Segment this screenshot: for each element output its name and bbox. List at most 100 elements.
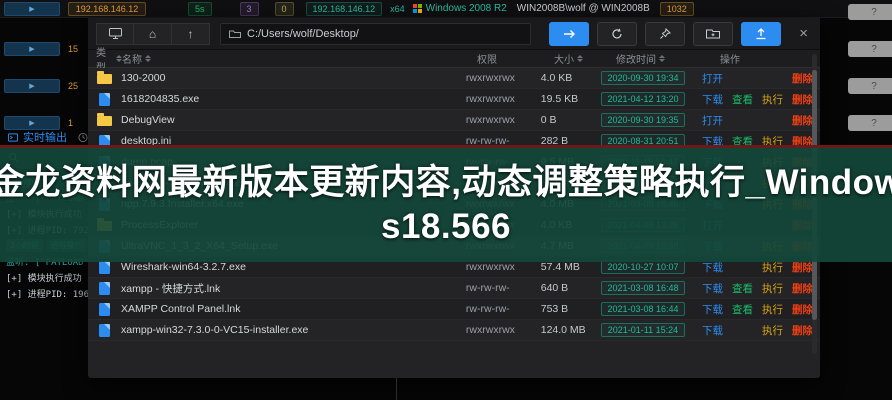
arrow-right-icon [563,29,576,39]
view-button[interactable]: 查看 [732,302,760,317]
promo-text-line1: 金龙资料网最新版本更新内容,动态调整策略执行_Window [0,161,892,205]
table-row[interactable]: 1618204835.exerwxrwxrwx19.5 KB2021-04-12… [88,89,820,110]
header-size[interactable]: 大小 [554,51,574,66]
up-directory-button[interactable]: ↑ [172,23,210,45]
file-name: xampp-win32-7.3.0-0-VC15-installer.exe [121,324,466,336]
expand-row-button[interactable]: ▶ [4,2,60,16]
session-row-partial: ▶25 [0,77,88,95]
header-ops: 操作 [720,51,740,66]
download-button[interactable]: 下载 [702,323,730,338]
table-row[interactable]: DebugViewrwxrwxrwx0 B2020-09-30 19:35打开删… [88,110,820,131]
tab-realtime-output-label: 实时输出 [23,129,67,145]
file-icon [99,324,110,337]
pin-button[interactable] [645,22,685,46]
file-size: 640 B [541,282,601,294]
file-permissions: rwxrwxrwx [466,114,541,126]
play-icon: ▶ [29,5,34,13]
header-mtime[interactable]: 修改时间 [616,51,656,66]
session-internal-ip-badge: 192.168.146.12 [306,2,383,16]
session-row-partial: ▶ 15 [0,40,88,58]
file-size: 0 B [541,114,601,126]
file-icon [99,93,110,106]
file-name: XAMPP Control Panel.lnk [121,303,466,315]
file-size: 753 B [541,303,601,315]
header-perm: 权限 [477,51,554,66]
file-mtime: 2021-03-08 16:44 [601,302,685,316]
file-name: xampp - 快捷方式.lnk [121,281,466,296]
play-icon: ▶ [29,82,34,90]
download-button[interactable]: 下载 [702,281,730,296]
execute-button[interactable]: 执行 [762,92,790,107]
home-button[interactable]: ⌂ [134,23,172,45]
download-button[interactable]: 下载 [702,302,730,317]
download-button[interactable]: 下载 [702,92,730,107]
refresh-icon [611,28,623,40]
play-icon: ▶ [29,45,34,53]
session-port-badge: 1032 [660,2,694,16]
session-duration-badge: 5s [188,2,212,16]
go-button[interactable] [549,22,589,46]
session-op-button[interactable]: ? [848,115,892,131]
file-name: DebugView [121,114,466,126]
execute-button[interactable]: 执行 [762,302,790,317]
expand-row-button[interactable]: ▶ [4,42,60,56]
folder-icon [97,116,112,126]
file-mtime: 2021-03-08 16:48 [601,281,685,295]
view-button[interactable]: 查看 [732,92,760,107]
file-permissions: rw-rw-rw- [466,303,541,315]
header-name[interactable]: 名称 [122,51,142,66]
file-size: 19.5 KB [541,93,601,105]
clock-icon[interactable] [78,132,88,143]
folder-plus-icon [706,28,720,39]
monitor-icon [109,28,122,39]
session-account-label: WIN2008B\wolf @ WIN2008B [517,3,650,14]
sort-icon[interactable] [659,55,665,62]
refresh-button[interactable] [597,22,637,46]
open-button[interactable]: 打开 [702,113,730,128]
background-divider [396,378,397,400]
terminal-icon [8,133,18,142]
file-permissions: rwxrwxrwx [466,72,541,84]
file-name: Wireshark-win64-3.2.7.exe [121,261,466,273]
expand-row-button[interactable]: ▶ [4,79,60,93]
session-os-label: Windows 2008 R2 [426,3,507,14]
sort-icon[interactable] [577,55,583,62]
session-count2-badge: 0 [275,2,294,16]
session-op-button[interactable]: ? [848,41,892,57]
op-placeholder [732,323,760,338]
table-row[interactable]: 130-2000rwxrwxrwx4.0 KB2020-09-30 19:34打… [88,68,820,89]
drives-button[interactable] [96,23,134,45]
log-line: [+] 模块执行成功 [6,271,88,284]
session-op-button[interactable]: ? [848,4,892,20]
session-arch-label: x64 [390,4,405,14]
file-size: 57.4 MB [541,261,601,273]
upload-button[interactable] [741,22,781,46]
file-permissions: rwxrwxrwx [466,261,541,273]
session-ip-partial: 15 [68,44,78,54]
op-placeholder [762,113,790,128]
file-table-header: 类型 名称 权限 大小 修改时间 操作 [88,50,820,68]
upload-icon [755,28,767,40]
close-dialog-button[interactable]: × [799,26,808,41]
session-count-badge: 3 [240,2,259,16]
table-row[interactable]: XAMPP Control Panel.lnkrw-rw-rw-753 B202… [88,299,820,320]
execute-button[interactable]: 执行 [762,281,790,296]
table-row[interactable]: xampp - 快捷方式.lnkrw-rw-rw-640 B2021-03-08… [88,278,820,299]
windows-logo-icon [413,4,422,13]
sort-icon[interactable] [145,55,151,62]
path-input[interactable]: C:/Users/wolf/Desktop/ [220,23,531,45]
session-op-button[interactable]: ? [848,78,892,94]
file-size: 124.0 MB [541,324,601,336]
execute-button[interactable]: 执行 [762,323,790,338]
folder-icon [229,29,241,39]
pin-icon [659,28,671,40]
file-mtime: 2020-09-30 19:35 [601,113,685,127]
view-button[interactable]: 查看 [732,281,760,296]
table-row[interactable]: xampp-win32-7.3.0-0-VC15-installer.exerw… [88,320,820,341]
path-value: C:/Users/wolf/Desktop/ [247,28,359,40]
file-icon [99,303,110,316]
open-button[interactable]: 打开 [702,71,730,86]
new-folder-button[interactable] [693,22,733,46]
op-placeholder [732,71,760,86]
file-mtime: 2020-10-27 10:07 [601,260,685,274]
